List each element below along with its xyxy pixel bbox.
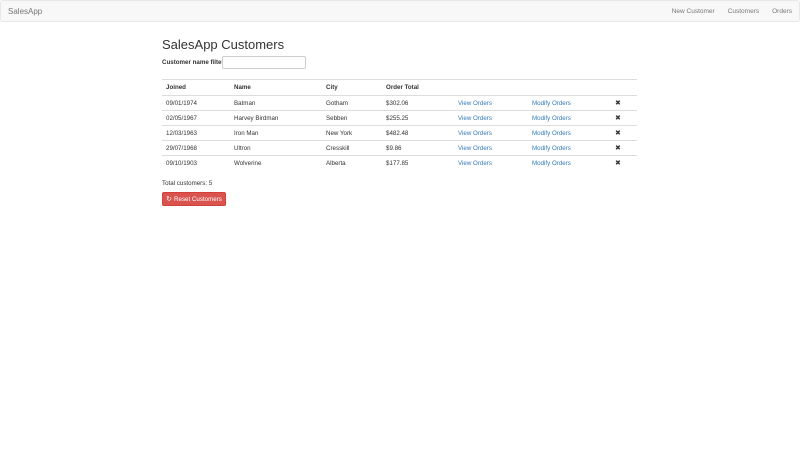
header-joined[interactable]: Joined bbox=[162, 79, 230, 96]
cell-joined: 09/01/1974 bbox=[162, 95, 230, 111]
nav-link-orders[interactable]: Orders bbox=[772, 1, 792, 22]
view-orders-link[interactable]: View Orders bbox=[458, 100, 492, 107]
cell-name: Batman bbox=[230, 95, 322, 111]
cell-modify-orders: Modify Orders bbox=[528, 110, 611, 126]
cell-delete: ✖ bbox=[611, 95, 637, 111]
cell-modify-orders: Modify Orders bbox=[528, 140, 611, 156]
cell-joined: 29/07/1968 bbox=[162, 140, 230, 156]
nav-links: New Customer Customers Orders bbox=[672, 1, 792, 22]
cell-view-orders: View Orders bbox=[454, 140, 528, 156]
customers-table: Joined Name City Order Total 09/01/1974 … bbox=[162, 79, 637, 170]
delete-icon[interactable]: ✖ bbox=[615, 99, 621, 107]
cell-modify-orders: Modify Orders bbox=[528, 125, 611, 141]
customer-name-filter-input[interactable] bbox=[222, 56, 306, 69]
navbar: SalesApp New Customer Customers Orders bbox=[0, 0, 800, 22]
cell-view-orders: View Orders bbox=[454, 110, 528, 126]
cell-modify-orders: Modify Orders bbox=[528, 95, 611, 111]
total-customers-text: Total customers: 5 bbox=[162, 180, 213, 187]
header-city[interactable]: City bbox=[322, 79, 382, 96]
table-row: 09/10/1903 Wolverine Alberta $177.85 Vie… bbox=[162, 155, 637, 170]
modify-orders-link[interactable]: Modify Orders bbox=[532, 160, 571, 167]
cell-city: Alberta bbox=[322, 155, 382, 170]
cell-city: Cresskill bbox=[322, 140, 382, 156]
cell-name: Harvey Birdman bbox=[230, 110, 322, 126]
cell-delete: ✖ bbox=[611, 110, 637, 126]
cell-modify-orders: Modify Orders bbox=[528, 155, 611, 170]
header-modify-orders bbox=[528, 79, 611, 96]
modify-orders-link[interactable]: Modify Orders bbox=[532, 100, 571, 107]
delete-icon[interactable]: ✖ bbox=[615, 159, 621, 167]
reset-customers-button[interactable]: ↻ Reset Customers bbox=[162, 192, 226, 206]
cell-view-orders: View Orders bbox=[454, 155, 528, 170]
filter-label: Customer name filter bbox=[162, 59, 224, 66]
table-header-row: Joined Name City Order Total bbox=[162, 79, 637, 96]
table-row: 29/07/1968 Ultron Cresskill $9.86 View O… bbox=[162, 140, 637, 156]
header-name[interactable]: Name bbox=[230, 79, 322, 96]
cell-delete: ✖ bbox=[611, 140, 637, 156]
view-orders-link[interactable]: View Orders bbox=[458, 160, 492, 167]
reset-customers-label: Reset Customers bbox=[174, 195, 222, 203]
header-delete bbox=[611, 79, 637, 96]
header-view-orders bbox=[454, 79, 528, 96]
cell-city: Sebben bbox=[322, 110, 382, 126]
cell-view-orders: View Orders bbox=[454, 95, 528, 111]
cell-order-total: $302.06 bbox=[382, 95, 454, 111]
view-orders-link[interactable]: View Orders bbox=[458, 115, 492, 122]
modify-orders-link[interactable]: Modify Orders bbox=[532, 145, 571, 152]
table-row: 12/03/1963 Iron Man New York $482.48 Vie… bbox=[162, 125, 637, 141]
cell-delete: ✖ bbox=[611, 155, 637, 170]
cell-order-total: $9.86 bbox=[382, 140, 454, 156]
cell-name: Wolverine bbox=[230, 155, 322, 170]
table-row: 09/01/1974 Batman Gotham $302.06 View Or… bbox=[162, 95, 637, 111]
brand-link[interactable]: SalesApp bbox=[8, 1, 42, 22]
table-row: 02/05/1967 Harvey Birdman Sebben $255.25… bbox=[162, 110, 637, 126]
refresh-icon: ↻ bbox=[166, 195, 173, 203]
cell-delete: ✖ bbox=[611, 125, 637, 141]
delete-icon[interactable]: ✖ bbox=[615, 144, 621, 152]
nav-link-customers[interactable]: Customers bbox=[728, 1, 759, 22]
cell-joined: 09/10/1903 bbox=[162, 155, 230, 170]
delete-icon[interactable]: ✖ bbox=[615, 114, 621, 122]
cell-name: Iron Man bbox=[230, 125, 322, 141]
modify-orders-link[interactable]: Modify Orders bbox=[532, 130, 571, 137]
modify-orders-link[interactable]: Modify Orders bbox=[532, 115, 571, 122]
cell-joined: 02/05/1967 bbox=[162, 110, 230, 126]
view-orders-link[interactable]: View Orders bbox=[458, 130, 492, 137]
header-order-total[interactable]: Order Total bbox=[382, 79, 454, 96]
nav-link-new-customer[interactable]: New Customer bbox=[672, 1, 715, 22]
cell-city: New York bbox=[322, 125, 382, 141]
delete-icon[interactable]: ✖ bbox=[615, 129, 621, 137]
cell-order-total: $482.48 bbox=[382, 125, 454, 141]
cell-joined: 12/03/1963 bbox=[162, 125, 230, 141]
cell-order-total: $177.85 bbox=[382, 155, 454, 170]
cell-name: Ultron bbox=[230, 140, 322, 156]
main-content: SalesApp Customers Customer name filter … bbox=[162, 36, 637, 206]
view-orders-link[interactable]: View Orders bbox=[458, 145, 492, 152]
filter-row: Customer name filter bbox=[162, 56, 637, 72]
cell-city: Gotham bbox=[322, 95, 382, 111]
page-title: SalesApp Customers bbox=[162, 37, 285, 52]
cell-order-total: $255.25 bbox=[382, 110, 454, 126]
cell-view-orders: View Orders bbox=[454, 125, 528, 141]
